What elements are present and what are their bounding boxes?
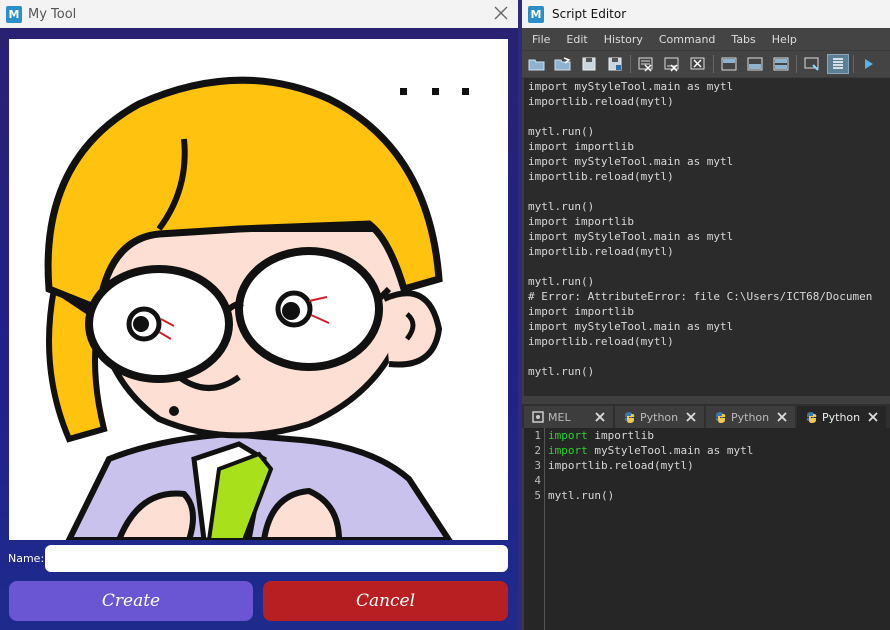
clear-history-icon[interactable] — [635, 54, 657, 74]
toolbar-separator — [796, 55, 797, 73]
python-icon — [624, 411, 635, 423]
pane-splitter[interactable] — [522, 396, 890, 404]
close-tab-icon[interactable] — [595, 412, 605, 422]
close-tab-icon[interactable] — [686, 412, 696, 422]
code-keyword: import — [548, 444, 588, 457]
save-script-to-shelf-icon[interactable] — [604, 54, 626, 74]
code-input-pane[interactable]: 1 2 3 4 5 import importlib import myStyl… — [524, 428, 890, 630]
character-image — [9, 39, 508, 540]
tab-python-2[interactable]: Python — [706, 406, 795, 428]
close-tab-icon[interactable] — [868, 412, 878, 422]
name-label: Name: — [8, 552, 45, 565]
code-text: importlib.reload(mytl) — [548, 459, 694, 472]
python-icon — [806, 411, 817, 423]
menu-edit[interactable]: Edit — [566, 33, 587, 46]
maya-icon: M — [528, 5, 544, 23]
tab-label: Python — [822, 410, 861, 424]
code-text: myStyleTool.main as mytl — [587, 444, 754, 457]
menu-help[interactable]: Help — [772, 33, 797, 46]
code-line: importlib.reload(mytl) — [548, 458, 753, 473]
code-keyword: import — [548, 429, 588, 442]
execute-icon[interactable] — [858, 54, 880, 74]
close-icon[interactable] — [492, 4, 510, 22]
menu-bar: File Edit History Command Tabs Help — [522, 28, 890, 50]
create-button[interactable]: Create — [9, 581, 253, 621]
line-number: 2 — [534, 444, 541, 457]
tab-python-1[interactable]: Python — [615, 406, 704, 428]
line-number-gutter: 1 2 3 4 5 — [524, 428, 545, 630]
line-number: 3 — [534, 459, 541, 472]
save-script-icon[interactable] — [578, 54, 600, 74]
history-pane[interactable]: import myStyleTool.main as mytl importli… — [524, 78, 890, 396]
toolbar-separator — [630, 55, 631, 73]
line-number: 4 — [534, 474, 541, 487]
show-line-numbers-icon[interactable] — [827, 54, 849, 74]
menu-file[interactable]: File — [532, 33, 550, 46]
code-line: import myStyleTool.main as mytl — [548, 443, 753, 458]
line-number: 5 — [534, 489, 541, 502]
line-number: 1 — [534, 429, 541, 442]
close-tab-icon[interactable] — [777, 412, 787, 422]
toolbar-separator — [713, 55, 714, 73]
window-title: My Tool — [28, 6, 77, 22]
show-both-icon[interactable] — [770, 54, 792, 74]
menu-command[interactable]: Command — [659, 33, 716, 46]
menu-tabs[interactable]: Tabs — [731, 33, 755, 46]
show-input-icon[interactable] — [744, 54, 766, 74]
mel-icon — [532, 411, 544, 423]
toolbar — [522, 51, 890, 77]
window-title: Script Editor — [552, 7, 627, 21]
source-script-icon[interactable] — [552, 54, 574, 74]
tab-label: Python — [640, 410, 679, 424]
my-tool-window: M My Tool Name: Create Cancel — [0, 0, 518, 630]
tab-mel[interactable]: MEL — [524, 406, 613, 428]
my-tool-titlebar[interactable]: M My Tool — [0, 0, 518, 28]
code-text: importlib — [587, 429, 654, 442]
tab-label: MEL — [548, 410, 571, 424]
echo-all-commands-icon[interactable] — [801, 54, 823, 74]
clear-all-icon[interactable] — [687, 54, 709, 74]
show-history-icon[interactable] — [718, 54, 740, 74]
code-line: mytl.run() — [548, 488, 753, 503]
cartoon-character-illustration — [9, 39, 508, 540]
python-icon — [715, 411, 726, 423]
history-text: import myStyleTool.main as mytl importli… — [528, 80, 873, 378]
input-tabs: MEL Python Python Python — [522, 404, 890, 428]
script-editor-window: M Script Editor File Edit History Comman… — [522, 0, 890, 630]
code-text: mytl.run() — [548, 489, 615, 502]
maya-icon: M — [6, 5, 22, 23]
name-input[interactable] — [45, 545, 508, 572]
menu-history[interactable]: History — [604, 33, 643, 46]
toolbar-separator — [853, 55, 854, 73]
script-editor-titlebar[interactable]: M Script Editor — [522, 0, 890, 28]
open-script-icon[interactable] — [526, 54, 548, 74]
cancel-button[interactable]: Cancel — [263, 581, 508, 621]
tab-label: Python — [731, 410, 770, 424]
tab-python-3[interactable]: Python — [797, 406, 886, 428]
clear-input-icon[interactable] — [661, 54, 683, 74]
code-line: import importlib — [548, 428, 753, 443]
